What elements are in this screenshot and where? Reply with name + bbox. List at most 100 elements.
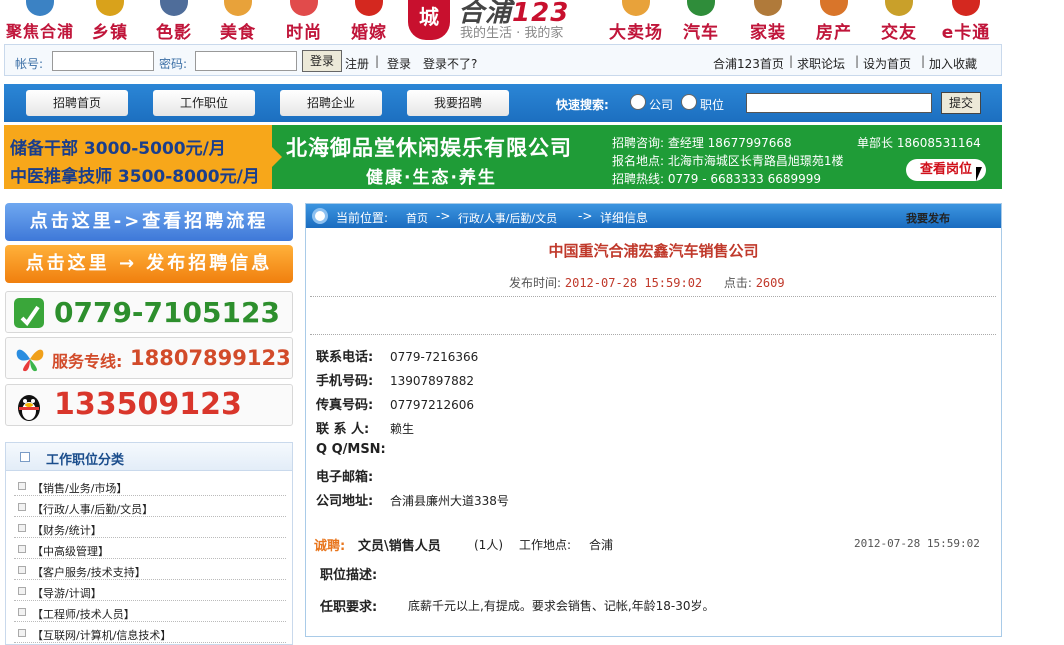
location-icon: [312, 208, 328, 224]
breadcrumb-category[interactable]: 行政/人事/后勤/文员: [458, 210, 557, 226]
car-icon: [687, 0, 715, 16]
login-link[interactable]: 登录: [387, 55, 411, 72]
info-value: 07797212606: [390, 398, 474, 412]
nav-item-wedding[interactable]: 婚嫁: [331, 0, 407, 43]
radio-company-label: 公司: [649, 98, 674, 112]
login-button[interactable]: 登录: [302, 50, 342, 72]
breadcrumb-home[interactable]: 首页: [406, 210, 428, 226]
banner-address: 报名地点: 北海市海城区长青路昌旭璟苑1楼: [612, 154, 844, 168]
breadcrumb-sep: ->: [578, 209, 593, 223]
breadcrumb-label: 当前位置:: [336, 211, 389, 225]
info-key: 公司地址:: [316, 494, 374, 509]
recruit-banner[interactable]: 储备干部 3000-5000元/月 中医推拿技师 3500-8000元/月 北海…: [4, 125, 1002, 189]
register-link[interactable]: 注册: [345, 55, 369, 72]
category-label: 【导游/计调】: [32, 587, 102, 600]
category-item[interactable]: 【客户服务/技术支持】: [14, 560, 286, 580]
quick-search-label: 快速搜索:: [556, 98, 609, 112]
nav-item-food[interactable]: 美食: [200, 0, 276, 43]
info-row-fax: 传真号码: 07797212606: [316, 394, 474, 413]
banner-view-jobs-button[interactable]: 查看岗位: [906, 159, 986, 181]
hire-label: 诚聘:: [314, 539, 346, 554]
nav-item-ecard[interactable]: e卡通: [928, 0, 1004, 43]
expand-icon: [18, 629, 26, 637]
menu-post-job[interactable]: 我要招聘: [407, 90, 509, 116]
nav-item-news[interactable]: 聚焦合浦: [2, 0, 78, 42]
category-item[interactable]: 【行政/人事/后勤/文员】: [14, 497, 286, 517]
hire-date: 2012-07-28 15:59:02: [854, 537, 980, 550]
breadcrumb-sep: ->: [436, 209, 451, 223]
breadcrumb: 当前位置: 首页 -> 行政/人事/后勤/文员 -> 详细信息 我要发布: [306, 204, 1001, 228]
category-item[interactable]: 【互联网/计算机/信息技术】: [14, 623, 286, 643]
job-detail-panel: 当前位置: 首页 -> 行政/人事/后勤/文员 -> 详细信息 我要发布 中国重…: [305, 203, 1002, 637]
info-key: 手机号码:: [316, 374, 374, 389]
banner-tagline: 健康·生态·养生: [366, 168, 497, 188]
nav-item-car[interactable]: 汽车: [663, 0, 739, 43]
category-item[interactable]: 【财务/统计】: [14, 518, 286, 538]
publish-link[interactable]: 我要发布: [906, 210, 950, 226]
forum-link[interactable]: 求职论坛: [797, 55, 845, 72]
friends-icon: [885, 0, 913, 16]
info-key: 电子邮箱:: [316, 470, 374, 485]
info-key: 传真号码:: [316, 398, 374, 413]
click-count: 2609: [755, 276, 785, 290]
view-process-button[interactable]: 点击这里->查看招聘流程: [5, 203, 293, 241]
phone-box: 0779-7105123: [5, 291, 293, 333]
category-item[interactable]: 【中高级管理】: [14, 539, 286, 559]
food-bowl-icon: [224, 0, 252, 16]
separator: |: [789, 54, 794, 68]
nav-item-friends[interactable]: 交友: [861, 0, 937, 43]
radio-job-label: 职位: [700, 98, 725, 112]
expand-icon: [18, 482, 26, 490]
nav-label: e卡通: [941, 23, 991, 43]
category-header-icon: [20, 452, 30, 462]
work-location-label: 工作地点:: [519, 538, 572, 552]
nav-label: 汽车: [683, 23, 719, 43]
password-input[interactable]: [195, 51, 297, 71]
menu-companies[interactable]: 招聘企业: [280, 90, 382, 116]
info-row-email: 电子邮箱:: [316, 466, 390, 485]
banner-job-1: 储备干部 3000-5000元/月: [10, 139, 226, 159]
info-value: 合浦县廉州大道338号: [390, 494, 509, 508]
bookmark-link[interactable]: 加入收藏: [929, 55, 977, 72]
category-item[interactable]: 【销售/业务/市场】: [14, 476, 286, 496]
requirements-text: 底薪千元以上,有提成。要求会销售、记帐,年龄18-30岁。: [408, 599, 715, 613]
nav-label: 家装: [750, 23, 786, 43]
radio-company[interactable]: [630, 94, 646, 110]
clicks-label: 点击:: [723, 276, 752, 290]
publish-time-label: 发布时间:: [509, 276, 562, 290]
radio-job[interactable]: [681, 94, 697, 110]
banner-hotline: 招聘热线: 0779 - 6683333 6689999: [612, 172, 822, 186]
expand-icon: [18, 587, 26, 595]
info-row-address: 公司地址: 合浦县廉州大道338号: [316, 490, 509, 509]
quick-search-submit[interactable]: 提交: [941, 92, 981, 114]
service-number: 18807899123: [130, 346, 291, 370]
set-homepage-link[interactable]: 设为首页: [863, 55, 911, 72]
qq-box: 133509123: [5, 384, 293, 426]
menu-recruit-home[interactable]: 招聘首页: [26, 90, 128, 116]
service-label: 服务专线:: [52, 352, 123, 371]
fashion-bag-icon: [290, 0, 318, 16]
site-logo[interactable]: 城 合浦123 我的生活 · 我的家: [404, 0, 592, 42]
quick-search-input[interactable]: [746, 93, 932, 113]
menu-job-positions[interactable]: 工作职位: [153, 90, 255, 116]
post-job-button[interactable]: 点击这里 → 发布招聘信息: [5, 245, 293, 283]
banner-job-2: 中医推拿技师 3500-8000元/月: [10, 167, 260, 187]
category-label: 【行政/人事/后勤/文员】: [32, 503, 154, 516]
nav-label: 交友: [881, 23, 917, 43]
category-item[interactable]: 【工程师/技术人员】: [14, 602, 286, 622]
qq-penguin-icon: [14, 391, 44, 421]
separator: |: [375, 54, 380, 68]
category-item[interactable]: 【导游/计调】: [14, 581, 286, 601]
home-link[interactable]: 合浦123首页: [713, 55, 784, 72]
category-box: 工作职位分类 【销售/业务/市场】 【行政/人事/后勤/文员】 【财务/统计】 …: [5, 442, 293, 645]
info-key: 联系电话:: [316, 350, 374, 365]
forgot-login-link[interactable]: 登录不了?: [423, 55, 477, 72]
account-input[interactable]: [52, 51, 154, 71]
publish-time: 2012-07-28 15:59:02: [564, 276, 703, 290]
e-card-icon: [952, 0, 980, 16]
account-label: 帐号:: [15, 57, 44, 71]
nav-item-decor[interactable]: 家装: [730, 0, 806, 43]
company-title: 中国重汽合浦宏鑫汽车销售公司: [548, 242, 759, 260]
info-value: 0779-7216366: [390, 350, 479, 364]
qq-number: 133509123: [54, 387, 242, 422]
